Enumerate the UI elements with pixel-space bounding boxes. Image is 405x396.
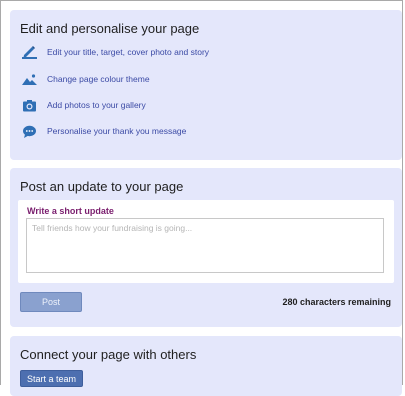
- edit-title-story-label: Edit your title, target, cover photo and…: [47, 47, 210, 57]
- personalise-thank-you-link[interactable]: Personalise your thank you message: [22, 123, 186, 139]
- add-photos-gallery-label: Add photos to your gallery: [47, 100, 146, 110]
- connect-panel-title: Connect your page with others: [20, 347, 197, 362]
- speech-bubble-icon: [22, 124, 37, 139]
- camera-icon: [22, 98, 37, 113]
- edit-personalise-panel: Edit and personalise your page Edit your…: [10, 10, 402, 160]
- update-panel-title: Post an update to your page: [20, 179, 184, 194]
- connect-page-panel: Connect your page with others Start a te…: [10, 336, 402, 396]
- characters-remaining-counter: 280 characters remaining: [282, 297, 391, 307]
- post-update-panel: Post an update to your page Write a shor…: [10, 168, 402, 327]
- pencil-icon: [22, 45, 37, 60]
- landscape-icon: [22, 72, 37, 87]
- update-field-label: Write a short update: [27, 206, 114, 216]
- start-team-button[interactable]: Start a team: [20, 370, 83, 387]
- edit-title-story-link[interactable]: Edit your title, target, cover photo and…: [22, 44, 209, 60]
- update-form: Write a short update: [18, 200, 394, 283]
- change-colour-theme-link[interactable]: Change page colour theme: [22, 71, 150, 87]
- update-textarea[interactable]: [26, 218, 384, 273]
- change-colour-theme-label: Change page colour theme: [47, 74, 150, 84]
- edit-panel-title: Edit and personalise your page: [20, 21, 200, 36]
- personalise-thank-you-label: Personalise your thank you message: [47, 126, 187, 136]
- add-photos-gallery-link[interactable]: Add photos to your gallery: [22, 97, 146, 113]
- post-button[interactable]: Post: [20, 292, 82, 312]
